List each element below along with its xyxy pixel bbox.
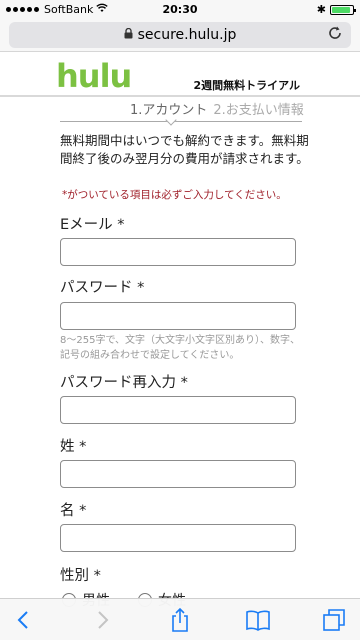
forward-button[interactable] (88, 606, 116, 634)
last-name-label: 姓 * (60, 439, 87, 455)
chevron-left-icon (10, 611, 38, 638)
required-note: *がついている項目は必ずご入力してください。 (62, 189, 287, 201)
password-confirm-label: パスワード再入力 * (60, 375, 188, 391)
password-label: パスワード * (60, 280, 145, 296)
reload-icon[interactable] (327, 25, 343, 45)
lock-icon (124, 27, 133, 42)
first-name-label: 名 * (60, 503, 87, 519)
share-icon (166, 607, 194, 638)
hulu-logo[interactable]: hulu (56, 60, 132, 92)
browser-toolbar (0, 598, 360, 640)
trial-label: 2週間無料トライアル (193, 79, 300, 92)
clock: 20:30 (162, 3, 198, 16)
steps-divider (60, 121, 302, 122)
address-bar[interactable]: secure.hulu.jp (9, 22, 351, 48)
status-right: ✱ (316, 3, 356, 16)
signup-steps: 1.アカウント 2.お支払い情報 (130, 99, 304, 118)
back-button[interactable] (10, 606, 38, 634)
tabs-icon (320, 609, 348, 638)
email-label: Eメール * (60, 217, 125, 233)
site-header: hulu 2週間無料トライアル (0, 53, 360, 97)
password-confirm-field[interactable] (60, 396, 296, 424)
email-field[interactable] (60, 238, 296, 266)
step-payment: 2.お支払い情報 (213, 103, 304, 118)
battery-icon (330, 4, 356, 15)
status-bar: SoftBank 20:30 ✱ (0, 0, 360, 18)
first-name-field[interactable] (60, 524, 296, 552)
tabs-button[interactable] (320, 606, 348, 634)
password-hint: 8～255字で、文字（大文字小文字区別あり）、数字、記号の組み合わせで設定してく… (60, 335, 301, 361)
share-button[interactable] (166, 606, 194, 634)
battery-fill (332, 6, 350, 13)
bookmarks-button[interactable] (244, 606, 272, 634)
url-display[interactable]: secure.hulu.jp (9, 27, 351, 43)
chevron-right-icon (88, 611, 116, 638)
gender-label: 性別 * (60, 568, 101, 584)
book-icon (244, 610, 272, 638)
url-text: secure.hulu.jp (137, 27, 237, 43)
password-field[interactable] (60, 302, 296, 330)
bluetooth-icon: ✱ (316, 3, 326, 16)
last-name-field[interactable] (60, 460, 296, 488)
trial-info-text: 無料期間中はいつでも解約できます。無料期間終了後のみ翌月分の費用が請求されます。 (60, 133, 309, 166)
browser-address-area: secure.hulu.jp (0, 18, 360, 52)
